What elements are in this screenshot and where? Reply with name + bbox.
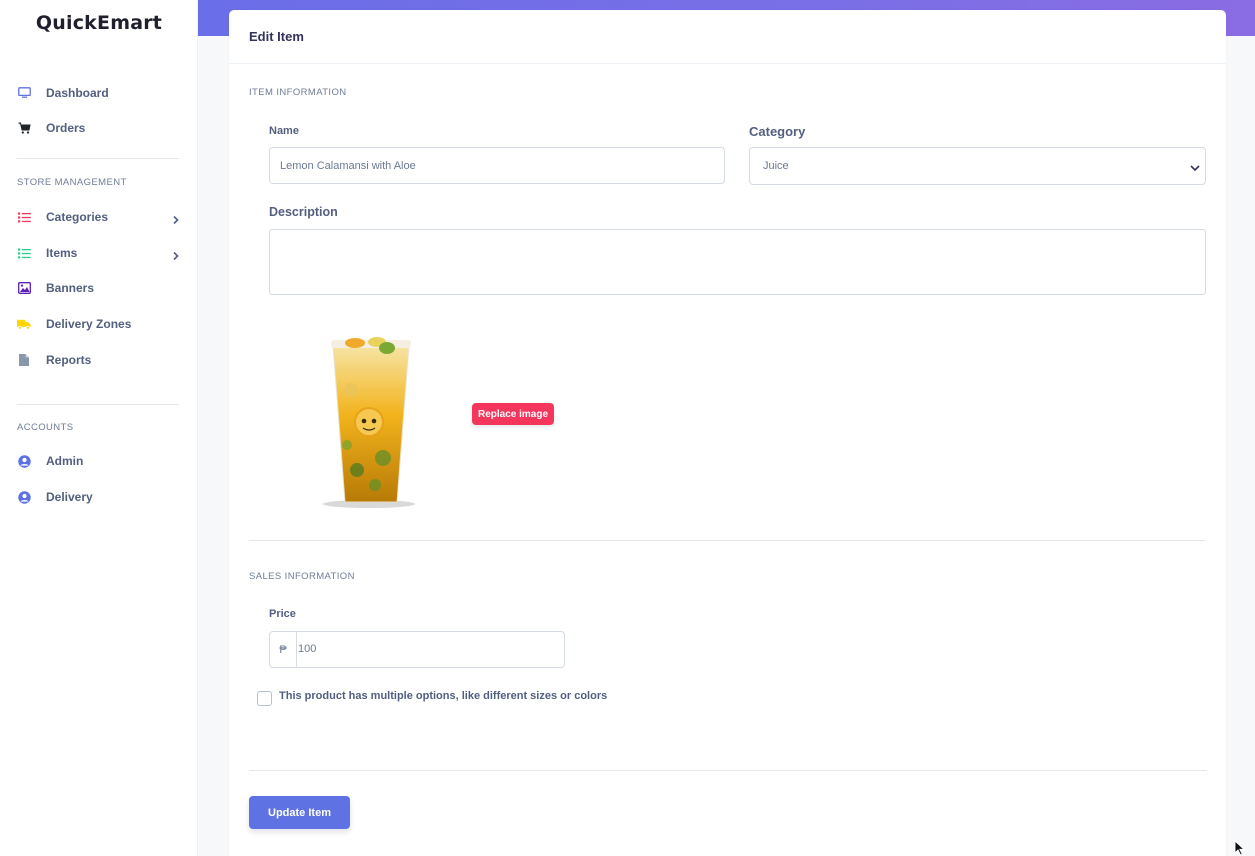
card-header: Edit Item (229, 10, 1226, 64)
chevron-right-icon (171, 248, 181, 261)
sales-information-heading: SALES INFORMATION (249, 571, 355, 582)
sidebar: QuickEmart Dashboard Orders STORE MANAGE… (0, 0, 198, 856)
sidebar-item-categories[interactable]: Categories (0, 201, 198, 233)
description-label: Description (269, 205, 338, 219)
sidebar-item-label: Banners (46, 281, 95, 295)
sidebar-item-label: Admin (46, 454, 84, 468)
brand-logo[interactable]: QuickEmart (0, 12, 198, 34)
multiple-options-checkbox[interactable] (257, 691, 272, 706)
section-divider (249, 540, 1206, 541)
currency-symbol: ₱ (270, 632, 297, 667)
edit-item-card: Edit Item ITEM INFORMATION Name Category… (229, 10, 1226, 856)
user-icon (17, 454, 31, 468)
replace-image-button[interactable]: Replace image (472, 403, 554, 425)
sidebar-item-dashboard[interactable]: Dashboard (0, 77, 198, 109)
category-label: Category (749, 124, 806, 139)
sidebar-item-reports[interactable]: Reports (0, 344, 198, 376)
price-label: Price (269, 608, 296, 620)
sidebar-item-label: Items (46, 246, 78, 260)
sidebar-item-label: Orders (46, 121, 86, 135)
price-input-group[interactable]: ₱ 100 (269, 631, 565, 668)
user-icon (17, 490, 31, 504)
image-icon (17, 281, 31, 295)
sidebar-item-delivery[interactable]: Delivery (0, 481, 198, 513)
truck-icon (17, 317, 31, 331)
sidebar-divider (17, 158, 179, 159)
sidebar-item-label: Categories (46, 210, 109, 224)
chevron-right-icon (171, 212, 181, 225)
name-label: Name (269, 125, 299, 137)
sidebar-item-label: Delivery Zones (46, 317, 132, 331)
category-select[interactable]: Juice (749, 147, 1206, 185)
chevron-down-icon (1189, 161, 1201, 173)
product-image (317, 330, 422, 510)
file-icon (17, 353, 31, 367)
sidebar-divider (17, 404, 179, 405)
list-icon (17, 210, 31, 224)
category-selected-value: Juice (763, 160, 789, 172)
sidebar-item-orders[interactable]: Orders (0, 112, 198, 144)
sidebar-item-delivery-zones[interactable]: Delivery Zones (0, 308, 198, 340)
mouse-cursor-icon (1234, 839, 1246, 856)
list-icon (17, 246, 31, 260)
sidebar-item-label: Delivery (46, 490, 93, 504)
monitor-icon (17, 86, 31, 100)
accounts-heading: ACCOUNTS (17, 422, 74, 433)
price-input[interactable]: 100 (298, 643, 316, 655)
footer-divider (249, 770, 1207, 771)
sidebar-item-items[interactable]: Items (0, 237, 198, 269)
update-item-button[interactable]: Update Item (249, 796, 350, 829)
description-textarea[interactable] (269, 229, 1206, 295)
sidebar-item-label: Dashboard (46, 86, 109, 100)
store-management-heading: STORE MANAGEMENT (17, 177, 127, 188)
cart-icon (17, 121, 31, 135)
sidebar-item-banners[interactable]: Banners (0, 272, 198, 304)
name-input[interactable] (269, 147, 725, 184)
page-title: Edit Item (249, 29, 304, 44)
sidebar-item-admin[interactable]: Admin (0, 445, 198, 477)
item-information-heading: ITEM INFORMATION (249, 87, 347, 98)
sidebar-item-label: Reports (46, 353, 92, 367)
multiple-options-label[interactable]: This product has multiple options, like … (279, 690, 607, 702)
